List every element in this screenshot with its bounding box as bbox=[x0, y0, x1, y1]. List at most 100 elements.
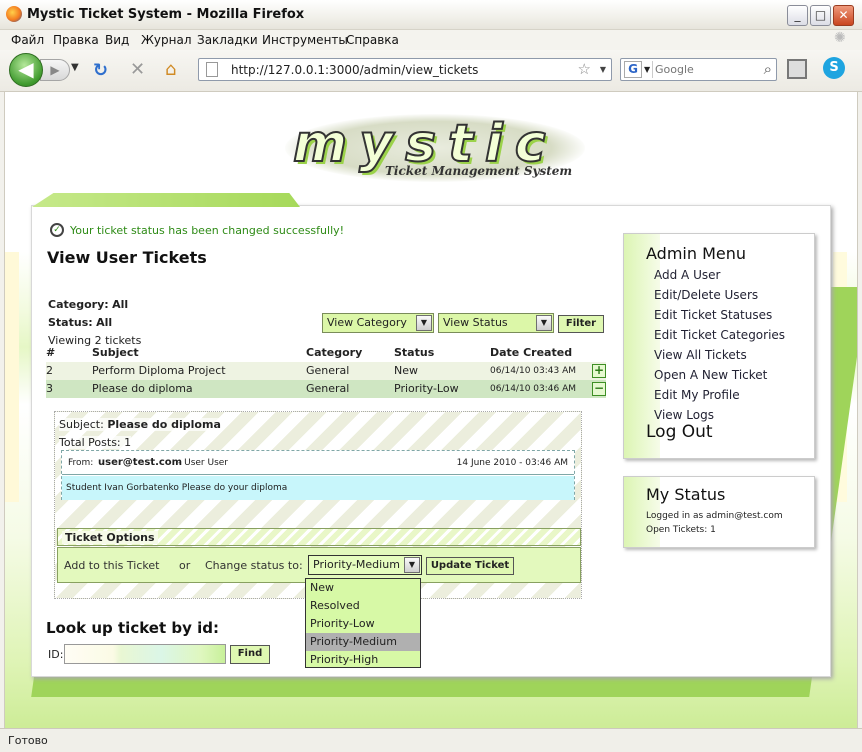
throbber-icon: ✺ bbox=[834, 30, 846, 46]
row-category: General bbox=[306, 382, 350, 395]
logout-link[interactable]: Log Out bbox=[646, 422, 713, 442]
back-icon[interactable]: ◀ bbox=[9, 53, 43, 87]
status-option-resolved[interactable]: Resolved bbox=[306, 597, 420, 615]
change-status-label: Change status to: bbox=[205, 559, 303, 572]
col-num: # bbox=[46, 346, 56, 359]
category-select[interactable]: View Category ▼ bbox=[322, 313, 434, 333]
add-to-ticket-link[interactable]: Add to this Ticket bbox=[64, 559, 159, 572]
menu-bookmarks[interactable]: Закладки bbox=[197, 33, 258, 47]
expand-plus-icon[interactable]: + bbox=[592, 364, 606, 378]
status-select[interactable]: View Status ▼ bbox=[438, 313, 554, 333]
admin-link-new-ticket[interactable]: Open A New Ticket bbox=[654, 368, 767, 382]
window-switch-icon[interactable] bbox=[787, 59, 807, 79]
category-filter-label: Category: All bbox=[48, 298, 128, 311]
collapse-minus-icon[interactable]: − bbox=[592, 382, 606, 396]
url-text[interactable]: http://127.0.0.1:3000/admin/view_tickets bbox=[231, 63, 478, 77]
status-select-value: View Status bbox=[443, 316, 508, 329]
bookmark-star-icon[interactable]: ☆ bbox=[578, 60, 591, 78]
update-ticket-button[interactable]: Update Ticket bbox=[426, 557, 514, 575]
change-status-value: Priority-Medium bbox=[313, 558, 400, 571]
admin-link-logs[interactable]: View Logs bbox=[654, 408, 714, 422]
row-num: 3 bbox=[46, 382, 53, 395]
row-status: Priority-Low bbox=[394, 382, 459, 395]
menu-file[interactable]: Файл bbox=[11, 33, 44, 47]
logo-tagline: Ticket Management System bbox=[385, 164, 573, 178]
minimize-button[interactable]: _ bbox=[787, 5, 808, 26]
category-label: Category: bbox=[48, 298, 109, 311]
chevron-down-icon[interactable]: ▼ bbox=[536, 315, 552, 331]
row-num: 2 bbox=[46, 364, 53, 377]
post-from-name: - User User bbox=[178, 458, 228, 468]
maximize-button[interactable]: □ bbox=[810, 5, 831, 26]
ticket-options-title: Ticket Options bbox=[62, 531, 158, 544]
status-option-priority-low[interactable]: Priority-Low bbox=[306, 615, 420, 633]
close-button[interactable]: ✕ bbox=[833, 5, 854, 26]
menu-edit[interactable]: Правка bbox=[53, 33, 99, 47]
row-date: 06/14/10 03:46 AM bbox=[490, 384, 577, 394]
row-status: New bbox=[394, 364, 418, 377]
col-date: Date Created bbox=[490, 346, 573, 359]
status-value: All bbox=[96, 316, 113, 329]
admin-link-profile[interactable]: Edit My Profile bbox=[654, 388, 740, 402]
logged-in-text: Logged in as admin@test.com bbox=[646, 511, 783, 521]
search-input[interactable] bbox=[655, 61, 755, 78]
search-bar[interactable]: G ▼ ⌕ bbox=[620, 58, 777, 81]
status-text: Готово bbox=[8, 734, 48, 747]
row-date: 06/14/10 03:43 AM bbox=[490, 366, 577, 376]
col-status: Status bbox=[394, 346, 435, 359]
col-category: Category bbox=[306, 346, 363, 359]
chevron-down-icon[interactable]: ▼ bbox=[404, 557, 420, 573]
history-dropdown-icon[interactable]: ▼ bbox=[71, 62, 79, 73]
reload-icon[interactable]: ↻ bbox=[93, 60, 108, 81]
change-status-select[interactable]: Priority-Medium ▼ bbox=[308, 555, 422, 575]
skype-icon[interactable]: S bbox=[823, 57, 845, 79]
status-option-priority-high[interactable]: Priority-High bbox=[306, 651, 420, 669]
total-posts: Total Posts: 1 bbox=[59, 436, 132, 449]
stop-icon[interactable]: ✕ bbox=[130, 59, 145, 80]
status-option-priority-medium[interactable]: Priority-Medium bbox=[306, 633, 420, 651]
status-label: Status: bbox=[48, 316, 93, 329]
firefox-icon bbox=[6, 6, 22, 22]
filter-button[interactable]: Filter bbox=[558, 315, 604, 333]
admin-link-all-tickets[interactable]: View All Tickets bbox=[654, 348, 747, 362]
window-titlebar: Mystic Ticket System - Mozilla Firefox _… bbox=[0, 0, 862, 30]
col-subject: Subject bbox=[92, 346, 139, 359]
subject-value: Please do diploma bbox=[107, 418, 221, 431]
chevron-down-icon[interactable]: ▼ bbox=[416, 315, 432, 331]
admin-link-edit-users[interactable]: Edit/Delete Users bbox=[654, 288, 758, 302]
admin-link-add-user[interactable]: Add A User bbox=[654, 268, 720, 282]
url-dropdown-icon[interactable]: ▼ bbox=[600, 65, 606, 74]
forward-icon[interactable]: ▶ bbox=[40, 59, 70, 81]
row-subject: Please do diploma bbox=[92, 382, 193, 395]
google-engine-icon[interactable]: G bbox=[624, 61, 642, 78]
success-text: Your ticket status has been changed succ… bbox=[70, 224, 345, 237]
find-button[interactable]: Find bbox=[230, 645, 270, 664]
table-row[interactable]: 3 Please do diploma General Priority-Low… bbox=[46, 380, 606, 398]
search-icon[interactable]: ⌕ bbox=[764, 60, 772, 78]
lookup-heading: Look up ticket by id: bbox=[46, 619, 219, 637]
success-message: ✓ Your ticket status has been changed suc… bbox=[50, 223, 345, 239]
category-value: All bbox=[112, 298, 129, 311]
menu-tools[interactable]: Инструменты bbox=[262, 33, 348, 47]
ticket-detail: Subject: Please do diploma Total Posts: … bbox=[54, 411, 582, 599]
home-icon[interactable]: ⌂ bbox=[165, 59, 176, 80]
menu-help[interactable]: Справка bbox=[346, 33, 399, 47]
id-label: ID: bbox=[48, 648, 64, 661]
menu-history[interactable]: Журнал bbox=[141, 33, 192, 47]
status-option-new[interactable]: New bbox=[306, 579, 420, 597]
search-separator bbox=[652, 61, 653, 78]
ticket-id-input[interactable] bbox=[64, 644, 226, 664]
menu-view[interactable]: Вид bbox=[105, 33, 129, 47]
browser-status-bar: Готово bbox=[0, 728, 862, 752]
url-bar[interactable]: http://127.0.0.1:3000/admin/view_tickets… bbox=[198, 58, 612, 81]
admin-link-ticket-statuses[interactable]: Edit Ticket Statuses bbox=[654, 308, 772, 322]
post-header: From: user@test.com - User User 14 June … bbox=[62, 451, 574, 475]
mystic-logo: mystic Ticket Management System bbox=[285, 113, 585, 184]
my-status-panel: My Status Logged in as admin@test.com Op… bbox=[623, 476, 815, 548]
engine-dropdown-icon[interactable]: ▼ bbox=[644, 65, 650, 74]
ticket-options-header: Ticket Options bbox=[57, 528, 581, 546]
admin-link-ticket-categories[interactable]: Edit Ticket Categories bbox=[654, 328, 785, 342]
detail-subject-line: Subject: Please do diploma bbox=[59, 418, 221, 431]
window-title: Mystic Ticket System - Mozilla Firefox bbox=[27, 7, 305, 22]
table-row[interactable]: 2 Perform Diploma Project General New 06… bbox=[46, 362, 606, 380]
